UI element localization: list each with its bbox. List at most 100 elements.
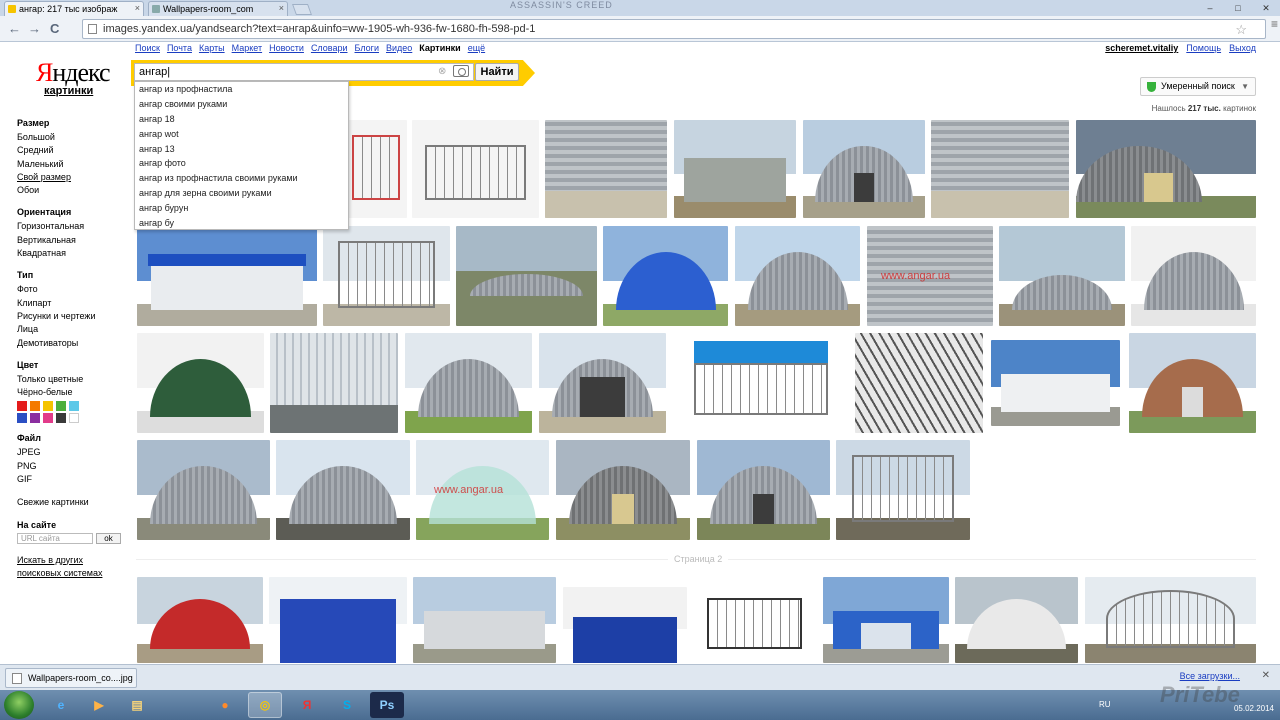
help-link[interactable]: Помощь	[1186, 43, 1221, 53]
service-maps[interactable]: Карты	[199, 43, 225, 53]
color-swatch-white[interactable]	[69, 413, 79, 424]
logout-link[interactable]: Выход	[1229, 43, 1256, 53]
yandex-browser-icon[interactable]: Я	[290, 692, 324, 718]
suggestion-item[interactable]: ангар wot	[135, 127, 348, 142]
image-result[interactable]: www.angar.ua	[416, 440, 549, 540]
filter-option[interactable]: Большой	[17, 131, 132, 144]
tab-wallpapers[interactable]: Wallpapers-room_com ×	[148, 1, 288, 16]
address-bar[interactable]: images.yandex.ua/yandsearch?text=ангар&u…	[82, 19, 1266, 39]
minimize-button[interactable]: –	[1196, 0, 1224, 16]
username-link[interactable]: scheremet.vitaliy	[1105, 43, 1178, 53]
image-result[interactable]: www.angar.ua	[867, 226, 993, 326]
image-result[interactable]	[999, 226, 1125, 326]
image-result[interactable]	[563, 587, 687, 663]
filter-option[interactable]: Рисунки и чертежи	[17, 310, 132, 323]
image-result[interactable]	[931, 120, 1069, 218]
image-result[interactable]	[674, 120, 796, 218]
suggestion-item[interactable]: ангар своими руками	[135, 97, 348, 112]
suggestion-item[interactable]: ангар бурун	[135, 201, 348, 216]
back-button[interactable]: ←	[8, 21, 21, 36]
close-tab-icon[interactable]: ×	[279, 3, 284, 13]
close-window-button[interactable]: ✕	[1252, 0, 1280, 16]
safe-search-select[interactable]: Умеренный поиск ▼	[1140, 77, 1256, 96]
image-result[interactable]	[991, 340, 1120, 426]
service-video[interactable]: Видео	[386, 43, 412, 53]
color-swatch-red[interactable]	[17, 401, 27, 412]
filter-option[interactable]: Свой размер	[17, 171, 132, 184]
filter-option[interactable]: Средний	[17, 144, 132, 157]
filter-option[interactable]: Клипарт	[17, 297, 132, 310]
site-url-input[interactable]: URL сайта	[17, 532, 93, 544]
fresh-images-link[interactable]: Свежие картинки	[17, 496, 132, 509]
filter-option[interactable]: Лица	[17, 323, 132, 336]
color-swatch-black[interactable]	[56, 413, 66, 424]
color-swatch-green[interactable]	[56, 401, 66, 412]
image-result[interactable]	[405, 333, 532, 433]
skype-icon[interactable]: S	[330, 692, 364, 718]
image-result[interactable]	[269, 577, 407, 663]
image-result[interactable]	[855, 333, 983, 433]
filter-option[interactable]: Демотиваторы	[17, 337, 132, 350]
image-result[interactable]	[539, 333, 666, 433]
filter-option[interactable]: Обои	[17, 184, 132, 197]
system-tray-clock[interactable]: 05.02.2014	[1234, 694, 1274, 714]
suggestion-item[interactable]: ангар из профнастила своими руками	[135, 171, 348, 186]
download-item[interactable]: Wallpapers-room_co....jpg	[5, 668, 137, 688]
media-player-icon[interactable]: ▶	[82, 692, 116, 718]
image-result[interactable]	[697, 440, 830, 540]
image-result[interactable]	[735, 226, 860, 326]
service-mail[interactable]: Почта	[167, 43, 192, 53]
filter-option[interactable]: Квадратная	[17, 247, 132, 260]
image-result[interactable]	[803, 120, 925, 218]
image-result[interactable]	[137, 333, 264, 433]
image-result[interactable]	[345, 120, 407, 218]
image-result[interactable]	[673, 333, 849, 433]
service-blogs[interactable]: Блоги	[355, 43, 379, 53]
logo-subtitle-link[interactable]: картинки	[44, 85, 93, 97]
tab-yandex[interactable]: ангар: 217 тыс изображ ×	[4, 1, 144, 16]
new-tab-button[interactable]	[291, 4, 313, 15]
photoshop-icon[interactable]: Ps	[370, 692, 404, 718]
service-market[interactable]: Маркет	[232, 43, 262, 53]
firefox-icon[interactable]: ●	[208, 692, 242, 718]
color-swatch-pink[interactable]	[43, 413, 53, 424]
all-downloads-link[interactable]: Все загрузки...	[1180, 671, 1240, 681]
service-news[interactable]: Новости	[269, 43, 304, 53]
image-result[interactable]	[1129, 333, 1256, 433]
filter-option[interactable]: Чёрно-белые	[17, 386, 132, 399]
image-result[interactable]	[1085, 577, 1256, 663]
filter-option[interactable]: GIF	[17, 473, 132, 486]
suggestion-item[interactable]: ангар для зерна своими руками	[135, 186, 348, 201]
language-indicator[interactable]: RU	[1099, 700, 1111, 709]
other-engines-link[interactable]: Искать в других	[17, 554, 132, 567]
chrome-icon[interactable]: ◎	[248, 692, 282, 718]
service-search[interactable]: Поиск	[135, 43, 160, 53]
explorer-icon[interactable]: ▤	[120, 692, 154, 718]
color-swatch-yellow[interactable]	[43, 401, 53, 412]
suggestion-item[interactable]: ангар 18	[135, 112, 348, 127]
image-result[interactable]	[137, 577, 263, 663]
camera-search-icon[interactable]	[453, 65, 469, 77]
filter-option[interactable]: Фото	[17, 283, 132, 296]
find-button[interactable]: Найти	[475, 63, 519, 81]
reload-button[interactable]: C	[50, 21, 59, 36]
filter-option[interactable]: Маленький	[17, 158, 132, 171]
other-engines-link[interactable]: поисковых системах	[17, 567, 132, 580]
suggestion-item[interactable]: ангар из профнастила	[135, 82, 348, 97]
image-result[interactable]	[456, 226, 597, 326]
clear-search-icon[interactable]: ⊗	[438, 66, 446, 77]
filter-option[interactable]: Вертикальная	[17, 234, 132, 247]
bookmark-star-icon[interactable]: ☆	[1235, 21, 1247, 39]
image-result[interactable]	[556, 440, 690, 540]
image-result[interactable]	[413, 577, 556, 663]
color-swatch-orange[interactable]	[30, 401, 40, 412]
start-button[interactable]	[4, 691, 34, 719]
forward-button[interactable]: →	[28, 21, 41, 36]
ie-icon[interactable]: e	[44, 692, 78, 718]
image-result[interactable]	[692, 587, 817, 663]
search-input[interactable]: ангар|	[134, 63, 474, 81]
image-result[interactable]	[137, 440, 270, 540]
suggestion-item[interactable]: ангар бу	[135, 216, 348, 231]
image-result[interactable]	[276, 440, 410, 540]
image-result[interactable]	[1076, 120, 1256, 218]
